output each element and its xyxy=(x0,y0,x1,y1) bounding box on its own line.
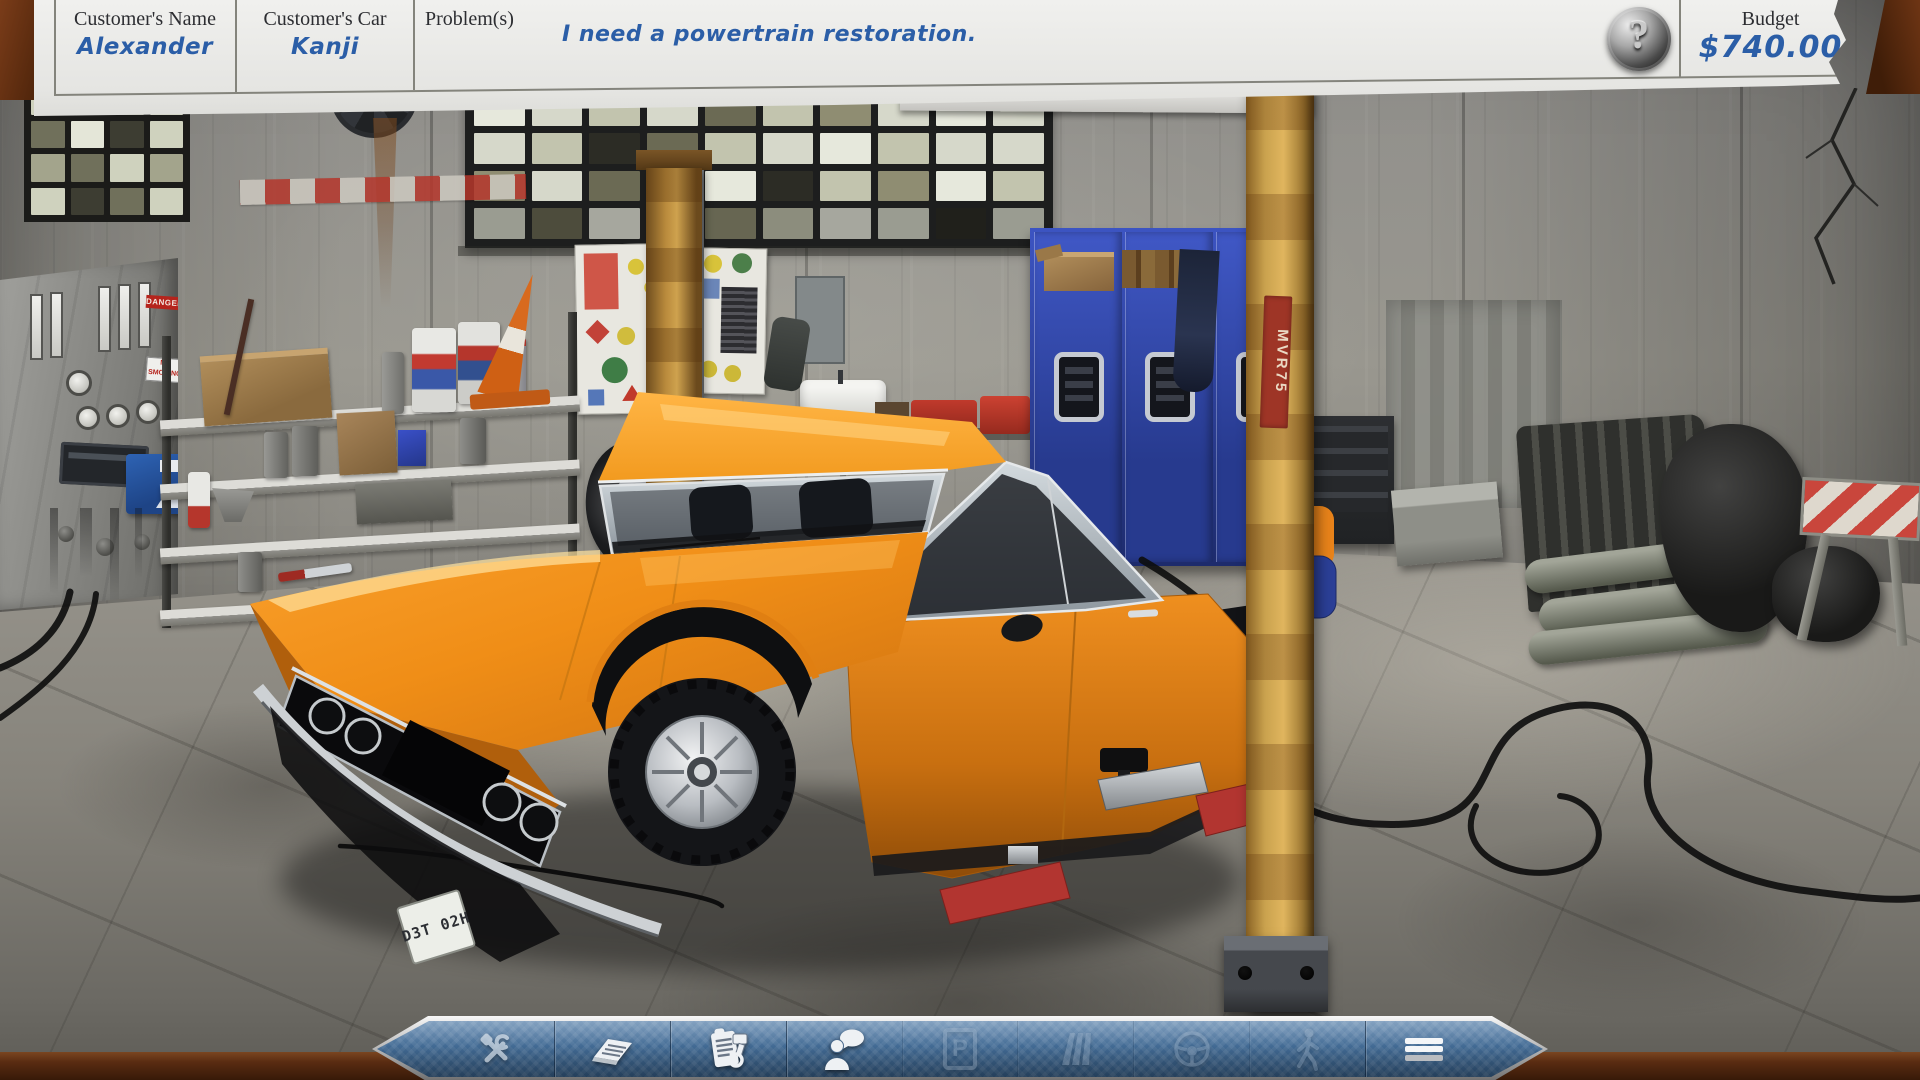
customer-car-value: Kanji xyxy=(237,34,413,60)
menu-button[interactable] xyxy=(1365,1021,1481,1077)
lift-brand-label: MVR75 xyxy=(1260,296,1293,429)
menu-icon xyxy=(1405,1035,1443,1063)
newspaper-icon xyxy=(588,1029,636,1069)
customer-car-label: Customer's Car xyxy=(237,8,413,31)
lift-post-base xyxy=(1224,936,1328,1012)
menu-bar xyxy=(1405,1046,1443,1052)
customer-name-value: Alexander xyxy=(54,34,236,60)
customer-speech-icon xyxy=(820,1026,868,1072)
problems-value: I need a powertrain restoration. xyxy=(562,22,1162,47)
tools-button[interactable] xyxy=(439,1021,554,1077)
walk-button[interactable] xyxy=(1249,1021,1365,1077)
wrench-screwdriver-icon xyxy=(474,1027,518,1071)
parts-order-button[interactable] xyxy=(670,1021,786,1077)
drive-button[interactable] xyxy=(1133,1021,1249,1077)
menu-bar xyxy=(1405,1038,1443,1044)
game-screen: DANGER NO SMOKING xyxy=(0,0,1920,1080)
steering-wheel-icon xyxy=(1170,1027,1214,1071)
park-button[interactable]: P xyxy=(902,1021,1018,1077)
front-wheel[interactable] xyxy=(608,678,796,866)
road-icon xyxy=(1054,1029,1098,1069)
engine-order-icon xyxy=(705,1026,751,1072)
bottom-toolbar: P xyxy=(372,1016,1548,1080)
lift-post-right: MVR75 xyxy=(1246,84,1314,1012)
question-mark-icon: ? xyxy=(1607,11,1671,58)
menu-bar xyxy=(1405,1055,1443,1061)
table-border xyxy=(413,0,415,90)
walk-icon xyxy=(1290,1027,1326,1071)
parking-icon: P xyxy=(943,1028,977,1070)
parking-letter: P xyxy=(952,1035,968,1063)
customer-name-label: Customer's Name xyxy=(54,8,236,31)
help-button[interactable]: ? xyxy=(1607,7,1671,71)
test-track-button[interactable] xyxy=(1017,1021,1133,1077)
car-side[interactable] xyxy=(846,594,1256,878)
customer-button[interactable] xyxy=(786,1021,902,1077)
scene-layer: D3T 02H xyxy=(0,0,1920,1080)
newspaper-button[interactable] xyxy=(554,1021,670,1077)
budget-label: Budget xyxy=(1681,8,1860,31)
